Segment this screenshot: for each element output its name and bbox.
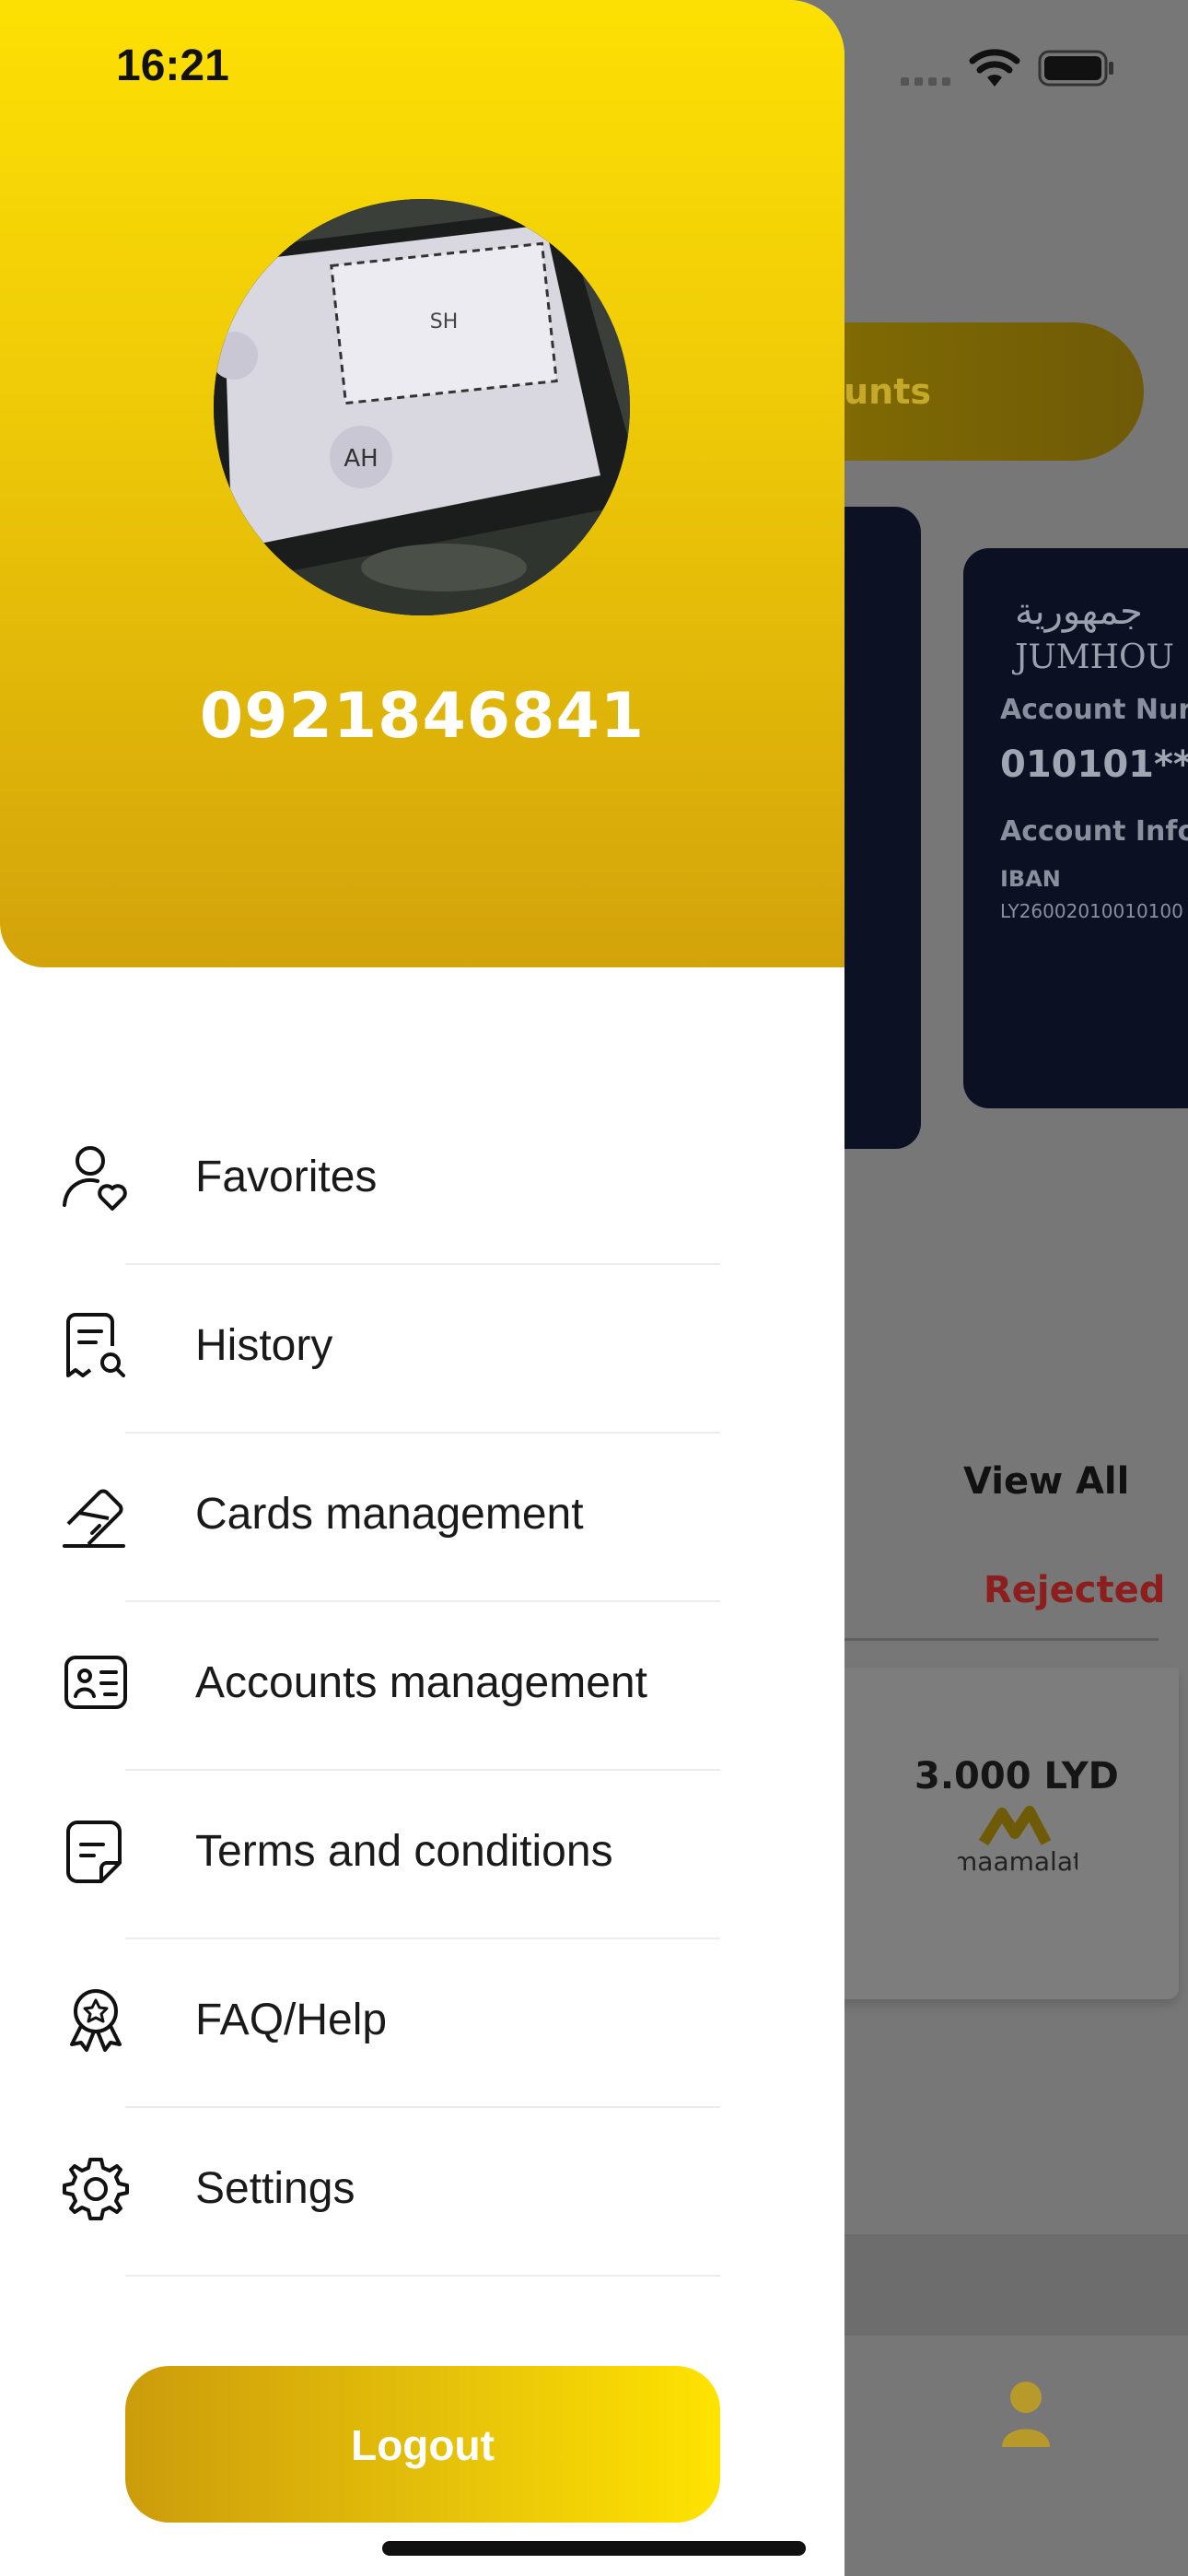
- id-card-icon: [64, 1656, 127, 1709]
- battery-icon: [1038, 50, 1113, 87]
- account-number: 010101***: [1000, 744, 1188, 786]
- bank-account-card: جمهورية JUMHOU Account Nur 010101*** Acc…: [963, 548, 1188, 1108]
- menu-item-label: History: [195, 1321, 333, 1370]
- menu-item-faq-help[interactable]: FAQ/Help: [0, 1939, 844, 2108]
- logout-button[interactable]: Logout: [125, 2366, 720, 2523]
- avatar[interactable]: AH SH: [214, 199, 630, 615]
- phone-number: 0921846841: [199, 680, 646, 753]
- profile-tab-icon: [1002, 2382, 1050, 2447]
- menu-item-history[interactable]: History: [0, 1265, 844, 1434]
- iban-label: IBAN: [1000, 866, 1061, 892]
- wifi-icon: [969, 49, 1020, 87]
- maamalat-logo: maamalat: [958, 1806, 1077, 1877]
- svg-text:AH: AH: [344, 445, 378, 473]
- card-edit-icon: [63, 1489, 125, 1548]
- gear-icon: [63, 2158, 129, 2220]
- side-drawer: 16:21 AH SH 0921846841 Favorites History…: [0, 0, 844, 2576]
- transaction-amount: 3.000 LYD: [914, 1755, 1119, 1797]
- bank-logo-arabic: جمهورية: [1015, 591, 1143, 633]
- bank-logo-english: JUMHOU: [1015, 638, 1174, 676]
- menu-item-settings[interactable]: Settings: [0, 2108, 844, 2277]
- svg-text:maamalat: maamalat: [958, 1846, 1077, 1877]
- receipt-search-icon: [66, 1313, 125, 1377]
- menu-item-label: Terms and conditions: [195, 1827, 613, 1876]
- menu-divider: [125, 2275, 720, 2277]
- menu-item-favorites[interactable]: Favorites: [0, 1096, 844, 1265]
- document-icon: [66, 1821, 122, 1883]
- menu-item-cards-management[interactable]: Cards management: [0, 1434, 844, 1602]
- menu-item-label: FAQ/Help: [195, 1996, 388, 2044]
- view-all-link: View All: [963, 1460, 1130, 1503]
- iban-value: LY26002010010100: [1000, 900, 1183, 922]
- menu-item-label: Accounts management: [195, 1658, 647, 1707]
- award-badge-icon: [70, 1989, 122, 2052]
- cellular-signal-icon: [901, 77, 950, 86]
- tabs-divider: [829, 1638, 1159, 1641]
- menu-item-label: Favorites: [195, 1153, 378, 1201]
- menu-item-accounts-management[interactable]: Accounts management: [0, 1602, 844, 1771]
- profile-photo: AH SH: [214, 199, 630, 615]
- account-info-label: Account Info: [1000, 815, 1188, 848]
- status-time: 16:21: [116, 41, 229, 90]
- menu-item-terms[interactable]: Terms and conditions: [0, 1771, 844, 1939]
- tab-rejected: Rejected: [984, 1569, 1166, 1611]
- account-number-label: Account Nur: [1000, 694, 1188, 726]
- menu-item-label: Cards management: [195, 1490, 584, 1539]
- drawer-header: 16:21 AH SH 0921846841: [0, 0, 844, 967]
- svg-text:SH: SH: [430, 310, 459, 334]
- home-indicator[interactable]: [382, 2541, 806, 2556]
- user-heart-icon: [63, 1146, 127, 1211]
- menu-item-label: Settings: [195, 2164, 355, 2213]
